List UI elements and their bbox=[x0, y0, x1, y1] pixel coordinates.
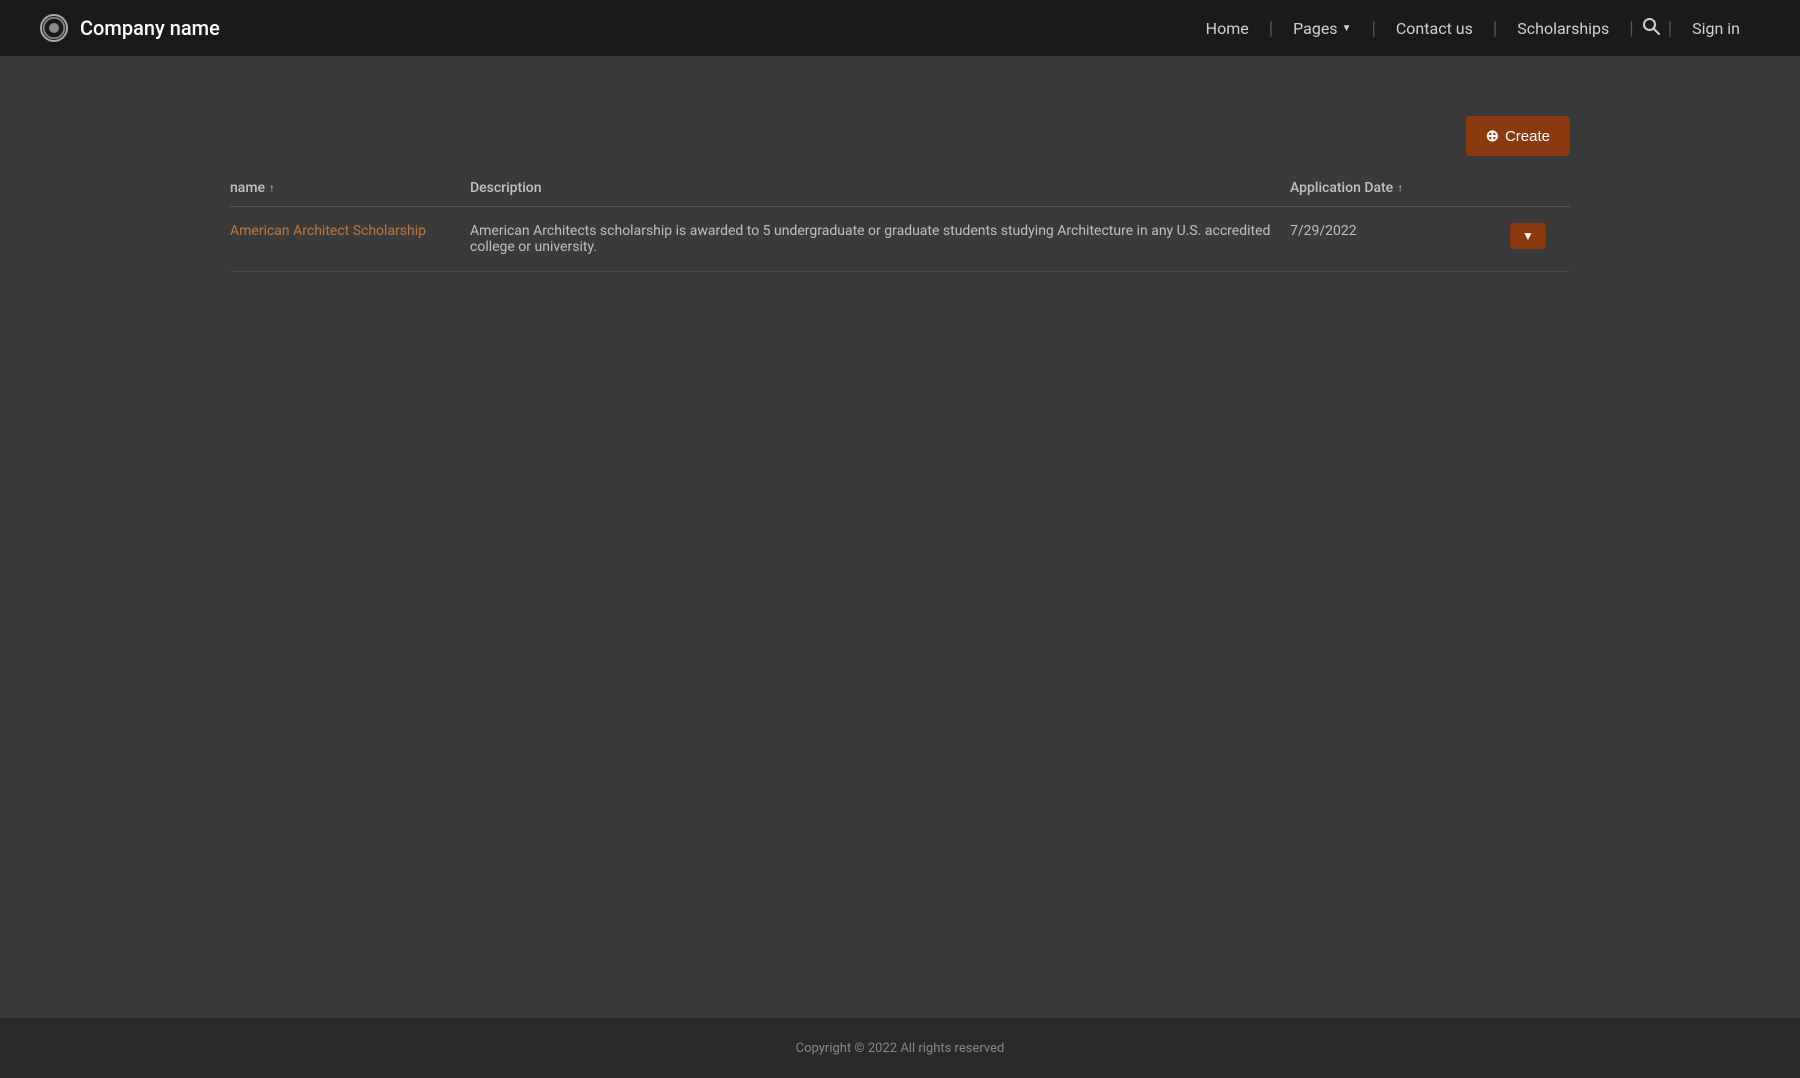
col-header-actions bbox=[1510, 180, 1570, 196]
col-header-date: Application Date ↑ bbox=[1290, 180, 1510, 196]
nav-item-scholarships[interactable]: Scholarships bbox=[1497, 19, 1629, 38]
col-header-description: Description bbox=[470, 180, 1290, 196]
chevron-down-icon: ▼ bbox=[1522, 229, 1534, 243]
pages-dropdown-icon: ▼ bbox=[1342, 23, 1352, 34]
nav-item-pages[interactable]: Pages ▼ bbox=[1273, 19, 1371, 38]
cell-date: 7/29/2022 bbox=[1290, 223, 1510, 239]
footer: Copyright © 2022 All rights reserved bbox=[0, 1018, 1800, 1078]
nav-item-contact[interactable]: Contact us bbox=[1376, 19, 1493, 38]
row-action-button[interactable]: ▼ bbox=[1510, 223, 1546, 249]
copyright-text: Copyright © 2022 All rights reserved bbox=[796, 1041, 1005, 1056]
cell-actions: ▼ bbox=[1510, 223, 1570, 249]
search-button[interactable] bbox=[1634, 13, 1668, 44]
create-button[interactable]: ⊕ Create bbox=[1466, 116, 1570, 156]
cell-name[interactable]: American Architect Scholarship bbox=[230, 223, 470, 239]
plus-icon: ⊕ bbox=[1486, 126, 1499, 146]
cell-description: American Architects scholarship is award… bbox=[470, 223, 1290, 255]
nav-menu: Home | Pages ▼ | Contact us | Scholarshi… bbox=[1186, 13, 1760, 44]
sort-arrow-name[interactable]: ↑ bbox=[269, 181, 275, 195]
table-header: name ↑ Description Application Date ↑ bbox=[230, 180, 1570, 207]
col-header-name: name ↑ bbox=[230, 180, 470, 196]
search-icon bbox=[1642, 17, 1660, 35]
table-row: American Architect Scholarship American … bbox=[230, 207, 1570, 272]
brand[interactable]: Company name bbox=[40, 14, 220, 42]
sort-arrow-date[interactable]: ↑ bbox=[1397, 181, 1403, 195]
scholarships-table: name ↑ Description Application Date ↑ Am… bbox=[230, 180, 1570, 272]
brand-name: Company name bbox=[80, 16, 220, 40]
nav-item-home[interactable]: Home bbox=[1186, 19, 1269, 38]
signin-link[interactable]: Sign in bbox=[1672, 19, 1760, 38]
navbar: Company name Home | Pages ▼ | Contact us… bbox=[0, 0, 1800, 56]
toolbar: ⊕ Create bbox=[230, 116, 1570, 156]
main-content: ⊕ Create name ↑ Description Application … bbox=[0, 56, 1800, 976]
brand-icon bbox=[40, 14, 68, 42]
